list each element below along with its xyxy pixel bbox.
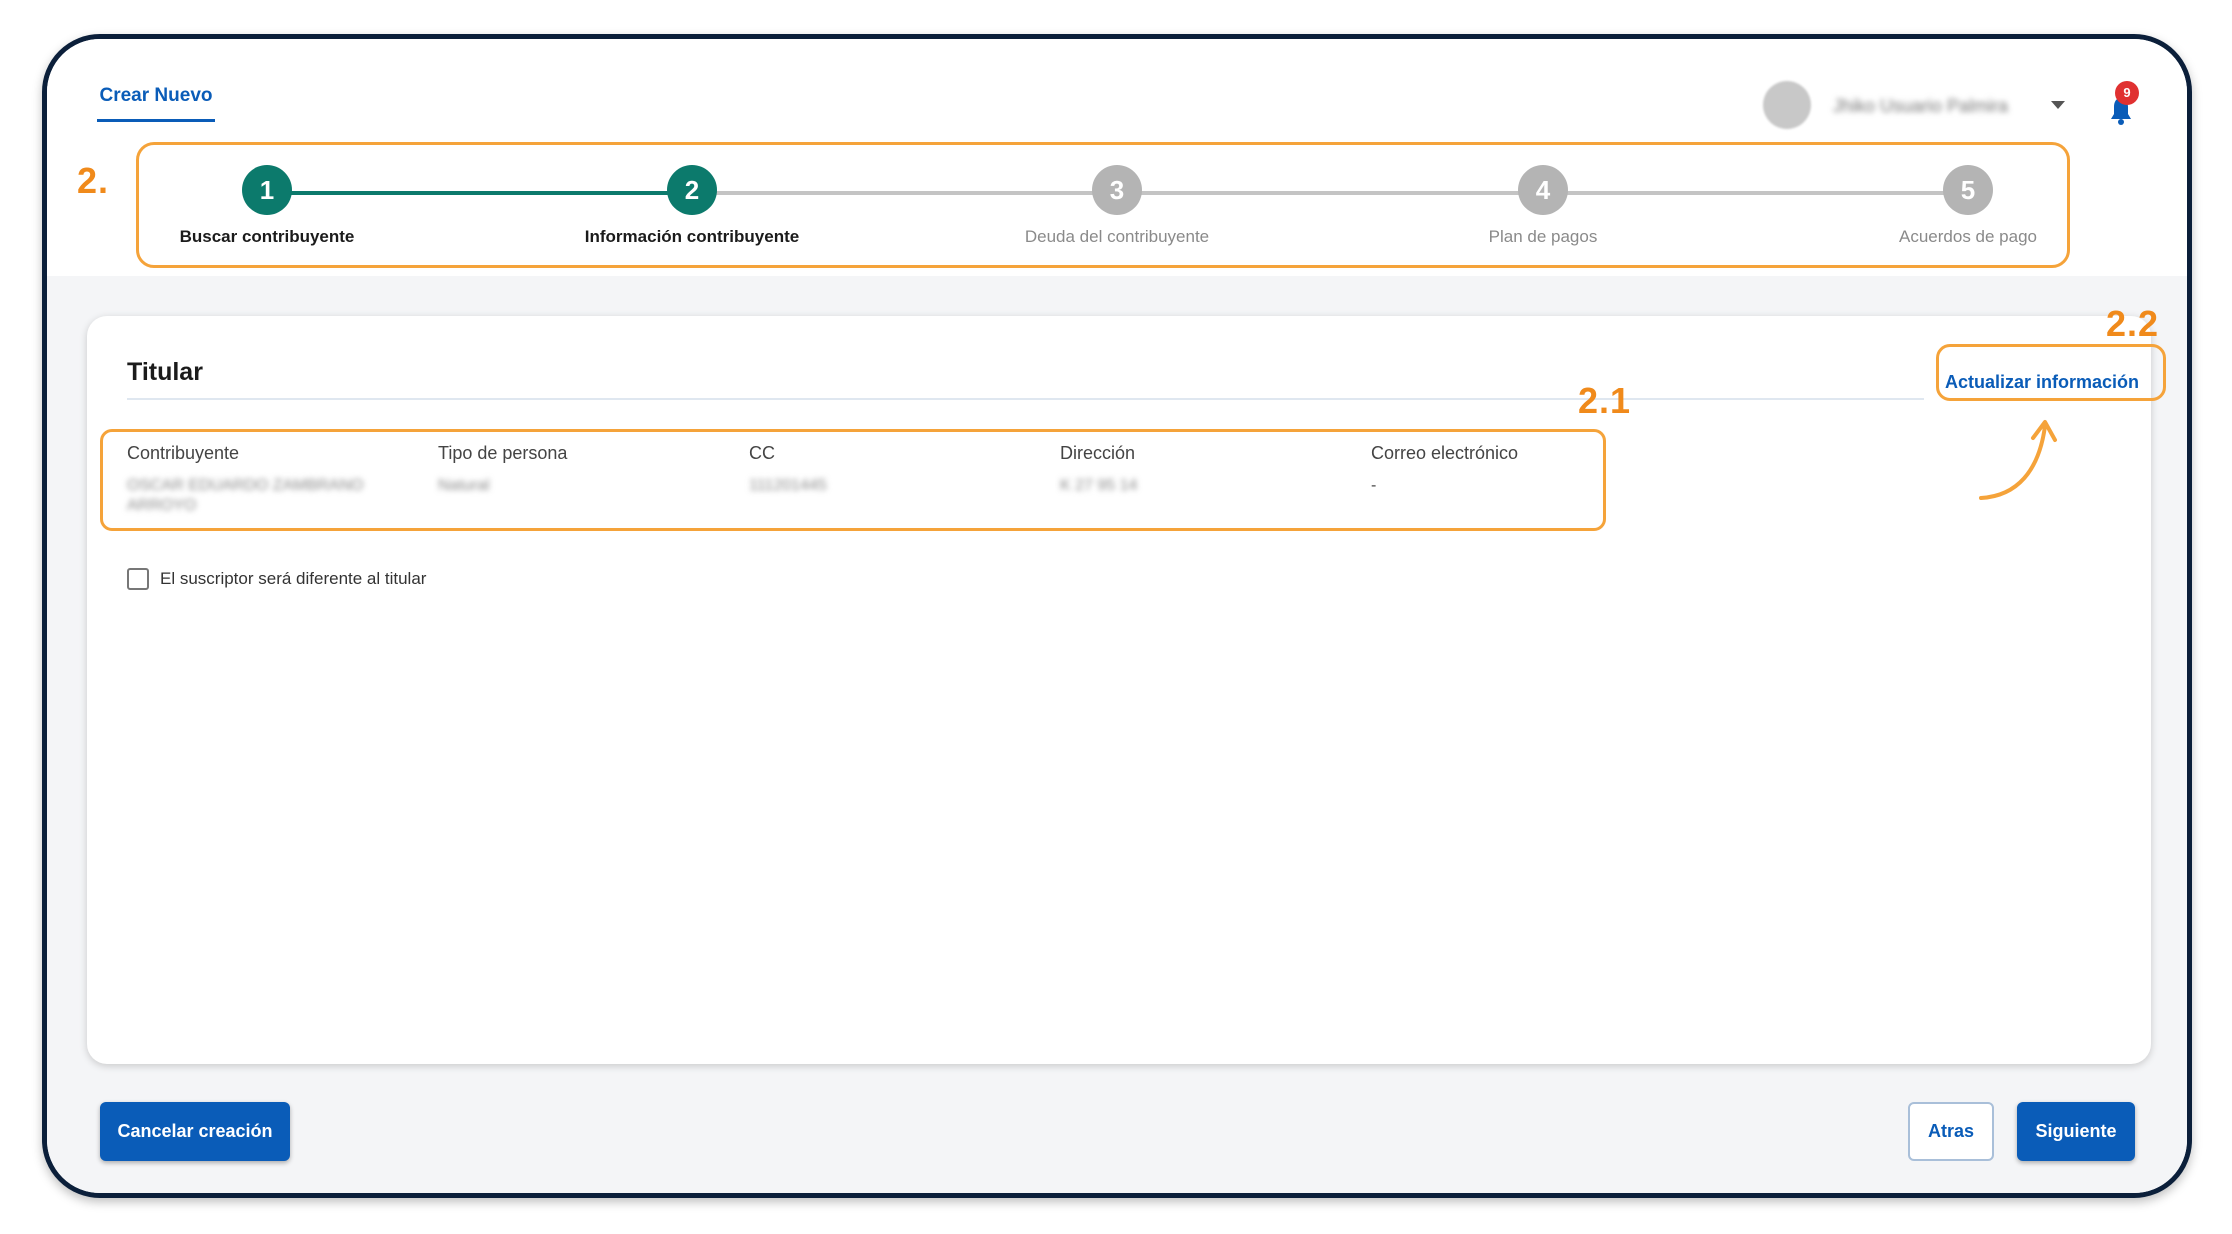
step-informacion-contribuyente[interactable]: 2 Información contribuyente xyxy=(542,165,842,247)
annotation-fields-label: 2.1 xyxy=(1578,380,1632,421)
tab-crear-nuevo[interactable]: Crear Nuevo xyxy=(97,85,215,122)
checkbox-label: El suscriptor será diferente al titular xyxy=(160,569,427,588)
avatar xyxy=(1763,81,1811,129)
field-contribuyente: Contribuyente OSCAR EDUARDO ZAMBRANO ARR… xyxy=(127,443,407,516)
field-value: K 27 95 14 xyxy=(1060,477,1138,494)
field-tipo-persona: Tipo de persona Natural xyxy=(438,443,718,496)
field-correo: Correo electrónico - xyxy=(1371,443,1651,496)
step-1-circle: 1 xyxy=(242,165,292,215)
titular-fields: Contribuyente OSCAR EDUARDO ZAMBRANO ARR… xyxy=(127,443,1607,514)
app-window: Crear Nuevo Jhiko Usuario Palmira 9 2. 1… xyxy=(42,34,2192,1198)
step-4-circle: 4 xyxy=(1518,165,1568,215)
field-label: CC xyxy=(749,443,775,463)
step-plan-de-pagos[interactable]: 4 Plan de pagos xyxy=(1393,165,1693,247)
step-2-circle: 2 xyxy=(667,165,717,215)
chevron-down-icon[interactable] xyxy=(2051,101,2065,109)
field-value: 111201445 xyxy=(749,477,827,494)
subscriber-different-checkbox[interactable] xyxy=(127,568,149,590)
stepper-line-pending xyxy=(692,191,1968,195)
titular-card: Titular 2.2 Actualizar información 2.1 C… xyxy=(87,303,2166,1064)
stepper: 1 Buscar contribuyente 2 Información con… xyxy=(136,142,2070,268)
update-info-button[interactable]: Actualizar información xyxy=(1937,372,2147,393)
step-3-label: Deuda del contribuyente xyxy=(1024,227,1210,246)
step-5-circle: 5 xyxy=(1943,165,1993,215)
step-4-label: Plan de pagos xyxy=(1488,227,1598,246)
field-value: OSCAR EDUARDO ZAMBRANO ARROYO xyxy=(127,477,364,514)
subscriber-different-row[interactable]: El suscriptor será diferente al titular xyxy=(127,568,426,590)
field-label: Contribuyente xyxy=(127,443,240,463)
annotation-stepper-label: 2. xyxy=(77,160,110,201)
field-label: Correo electrónico xyxy=(1371,443,1519,463)
step-5-label: Acuerdos de pago xyxy=(1899,227,2037,246)
field-label: Dirección xyxy=(1060,443,1136,463)
annotation-arrow-icon xyxy=(1979,420,2057,500)
step-2-label: Información contribuyente xyxy=(584,227,800,246)
card-title: Titular xyxy=(127,358,203,386)
field-value: - xyxy=(1371,477,1377,494)
step-1-label: Buscar contribuyente xyxy=(179,227,355,246)
card-divider xyxy=(127,398,1924,400)
field-label: Tipo de persona xyxy=(438,443,568,463)
field-direccion: Dirección K 27 95 14 xyxy=(1060,443,1340,496)
next-button[interactable]: Siguiente xyxy=(2017,1102,2135,1161)
notification-badge: 9 xyxy=(2115,81,2139,105)
annotation-update-label: 2.2 xyxy=(2106,303,2160,344)
footer-bar: Cancelar creación Atras Siguiente xyxy=(47,1102,2187,1193)
cancel-creation-button[interactable]: Cancelar creación xyxy=(100,1102,290,1161)
user-menu[interactable]: Jhiko Usuario Palmira xyxy=(1763,81,2065,129)
step-buscar-contribuyente[interactable]: 1 Buscar contribuyente xyxy=(117,165,417,247)
user-name: Jhiko Usuario Palmira xyxy=(1833,96,2009,116)
step-acuerdos-de-pago[interactable]: 5 Acuerdos de pago xyxy=(1818,165,2118,247)
field-cc: CC 111201445 xyxy=(749,443,1029,496)
step-deuda-contribuyente[interactable]: 3 Deuda del contribuyente xyxy=(967,165,1267,247)
back-button[interactable]: Atras xyxy=(1908,1102,1994,1161)
field-value: Natural xyxy=(438,477,490,494)
step-3-circle: 3 xyxy=(1092,165,1142,215)
